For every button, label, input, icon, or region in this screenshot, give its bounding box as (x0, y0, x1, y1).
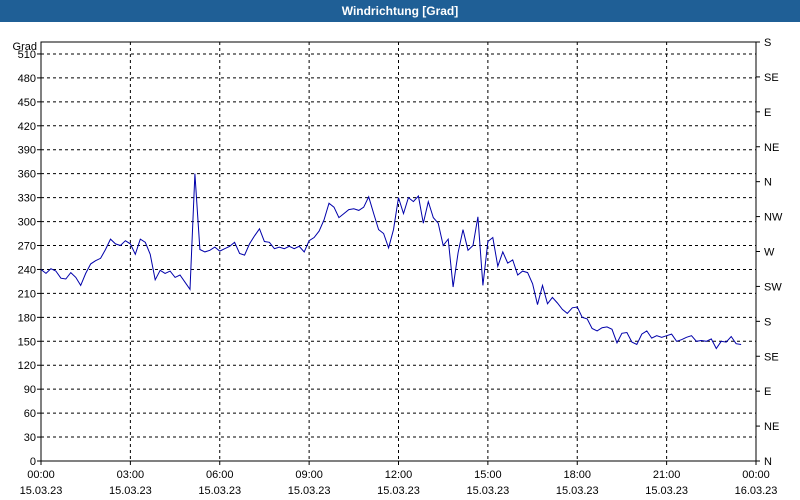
x-tick-date-label: 15.03.23 (645, 485, 688, 497)
x-tick-date-label: 15.03.23 (198, 485, 241, 497)
x-tick-time-label: 15:00 (474, 469, 502, 481)
x-tick-date-label: 15.03.23 (288, 485, 331, 497)
y-tick-label: 60 (24, 408, 36, 420)
y-tick-label: 270 (18, 241, 36, 253)
y-tick-label: 180 (18, 312, 36, 324)
x-tick-time-label: 00:00 (742, 469, 770, 481)
y-tick-label: 120 (18, 360, 36, 372)
y2-tick-label: N (764, 456, 772, 468)
y2-tick-label: SW (764, 281, 782, 293)
x-tick-time-label: 18:00 (563, 469, 591, 481)
x-tick-date-label: 15.03.23 (556, 485, 599, 497)
y-tick-label: 510 (18, 49, 36, 61)
y2-tick-label: E (764, 107, 771, 119)
x-tick-time-label: 21:00 (653, 469, 681, 481)
x-tick-date-label: 16.03.23 (735, 485, 778, 497)
y2-tick-label: E (764, 386, 771, 398)
series-layer (40, 173, 742, 350)
axes: Grad 03060901201501802102402703003303603… (13, 37, 783, 497)
y-tick-label: 30 (24, 432, 36, 444)
y-tick-label: 360 (18, 169, 36, 181)
y2-tick-label: SE (764, 351, 779, 363)
y-tick-label: 420 (18, 121, 36, 133)
y2-tick-label: SE (764, 72, 779, 84)
y-tick-label: 210 (18, 288, 36, 300)
y2-tick-label: NE (764, 421, 779, 433)
x-tick-time-label: 06:00 (206, 469, 234, 481)
wind-direction-chart: Grad 03060901201501802102402703003303603… (13, 37, 783, 497)
x-tick-date-label: 15.03.23 (377, 485, 420, 497)
grid (41, 42, 756, 461)
x-tick-time-label: 12:00 (385, 469, 413, 481)
y-tick-label: 0 (30, 456, 36, 468)
y-tick-label: 240 (18, 264, 36, 276)
y-tick-label: 390 (18, 145, 36, 157)
y-tick-label: 300 (18, 217, 36, 229)
x-tick-date-label: 15.03.23 (109, 485, 152, 497)
y2-tick-label: W (764, 247, 775, 259)
y-tick-label: 480 (18, 73, 36, 85)
y2-tick-label: S (764, 316, 771, 328)
y2-tick-label: N (764, 177, 772, 189)
y-tick-label: 450 (18, 97, 36, 109)
x-tick-time-label: 09:00 (295, 469, 323, 481)
x-tick-date-label: 15.03.23 (466, 485, 509, 497)
x-tick-time-label: 03:00 (117, 469, 145, 481)
y-tick-label: 90 (24, 384, 36, 396)
wind-direction-line (40, 173, 742, 350)
x-tick-time-label: 00:00 (27, 469, 55, 481)
y2-tick-label: NE (764, 142, 779, 154)
y-tick-label: 330 (18, 193, 36, 205)
y-tick-label: 150 (18, 336, 36, 348)
x-tick-date-label: 15.03.23 (20, 485, 63, 497)
y2-tick-label: S (764, 37, 771, 49)
y2-tick-label: NW (764, 212, 783, 224)
